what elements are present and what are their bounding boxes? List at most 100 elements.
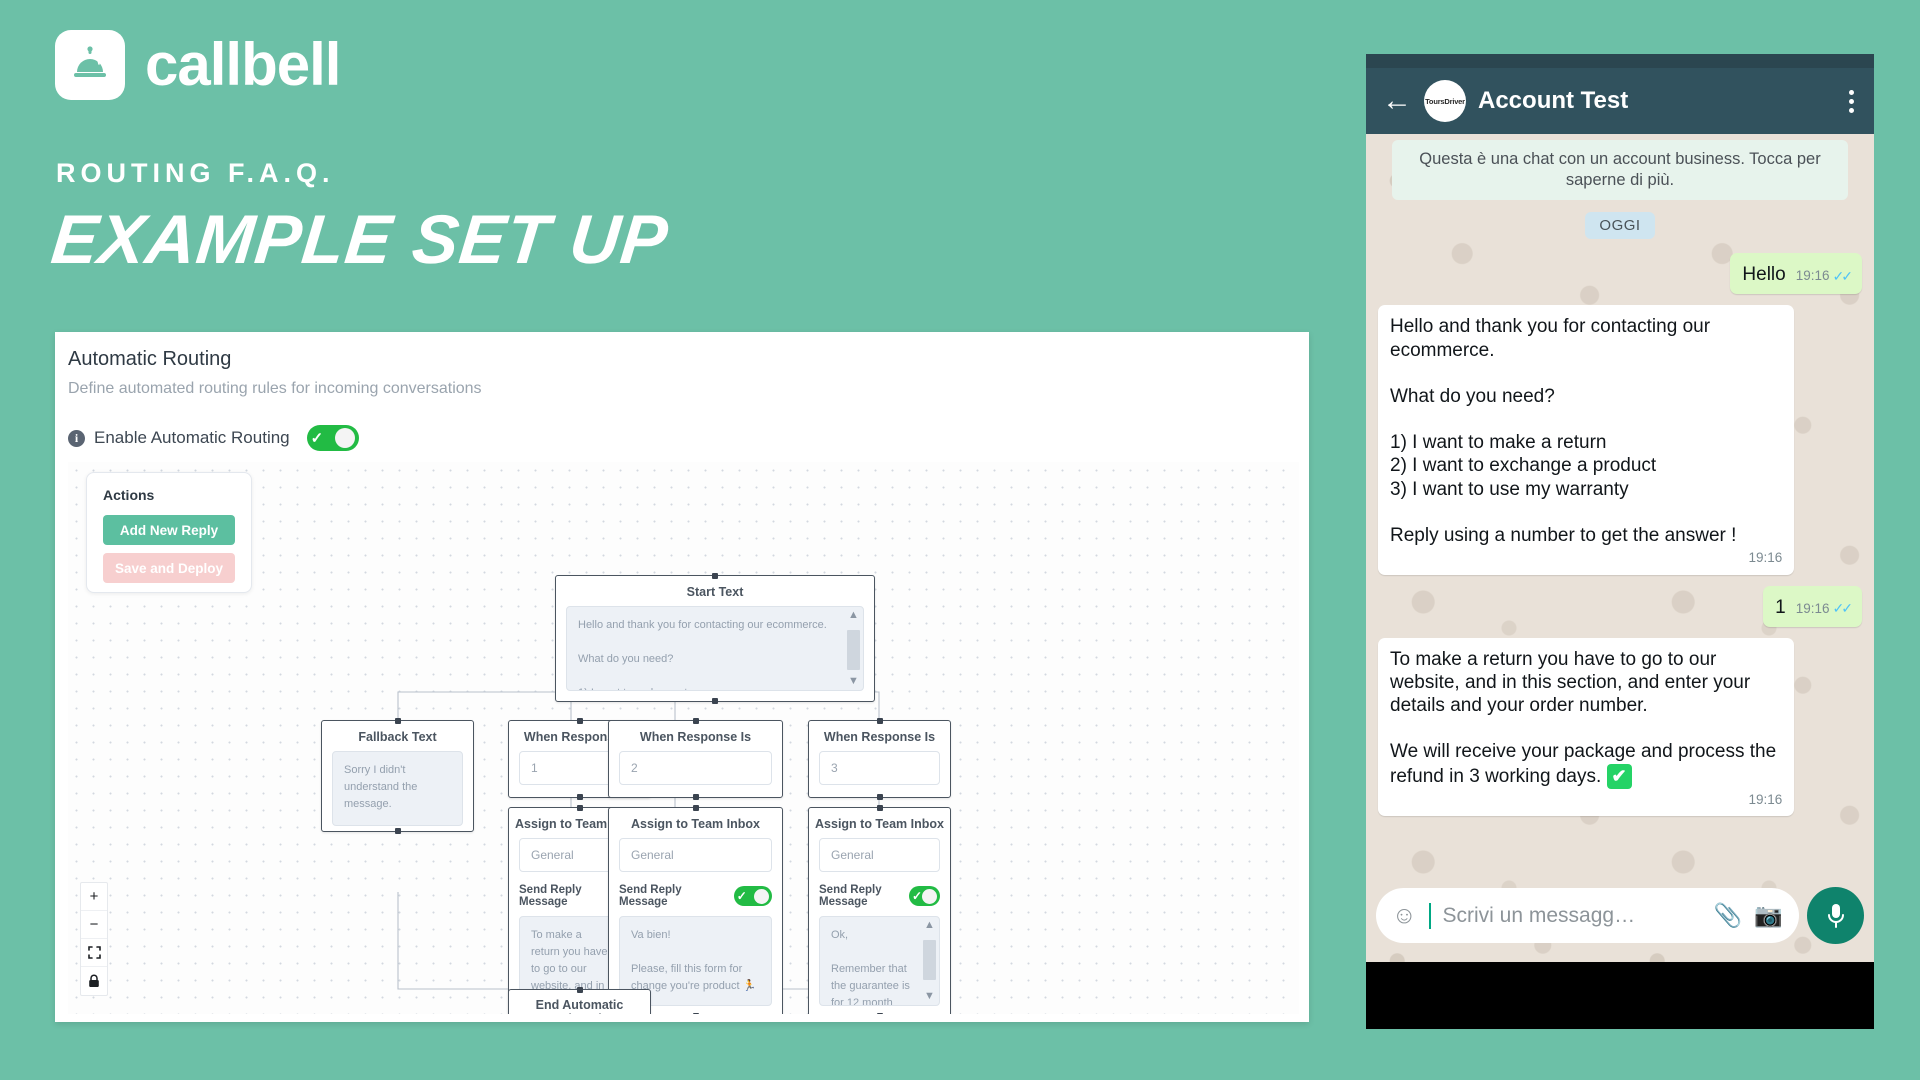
chevron-down-icon[interactable]: ▼ (924, 991, 935, 1002)
node-fallback-text[interactable]: Fallback Text Sorry I didn't understand … (321, 718, 474, 834)
paperclip-icon[interactable]: 📎 (1714, 902, 1743, 929)
node-port-top (712, 573, 718, 579)
whatsapp-screenshot: ← ToursDriver Account Test Questa è una … (1366, 54, 1874, 1029)
scroll-thumb[interactable] (923, 940, 936, 980)
condition-title: When Response Is (823, 730, 936, 744)
save-and-deploy-button[interactable]: Save and Deploy (103, 553, 235, 583)
chat-message-list[interactable]: Questa è una chat con un account busines… (1366, 134, 1874, 962)
start-text-scrollbar[interactable]: ▲ ▼ (846, 610, 861, 687)
back-arrow-icon[interactable]: ← (1382, 86, 1412, 116)
team-inbox-select[interactable]: General (619, 838, 772, 872)
message-text: Hello and thank you for contacting our e… (1390, 316, 1737, 546)
service-bell-icon (55, 30, 125, 100)
check-icon: ✓ (911, 889, 922, 903)
chat-bubble-outgoing[interactable]: 1 19:16 ✓✓ (1763, 585, 1862, 627)
message-time: 19:16 (1795, 268, 1830, 284)
team-inbox-select[interactable]: General (819, 838, 940, 872)
message-time: 19:16 (1748, 550, 1783, 566)
avatar-label: ToursDriver (1425, 96, 1465, 106)
zoom-in-button[interactable]: + (81, 883, 107, 911)
page-title: EXAMPLE SET UP (47, 201, 672, 278)
node-port-bottom (876, 794, 883, 800)
message-text: To make a return you have to go to our w… (1390, 648, 1777, 787)
start-text-value: Hello and thank you for contacting our e… (578, 619, 827, 690)
lock-button[interactable] (81, 967, 107, 995)
message-text: 1 (1775, 596, 1786, 618)
chevron-down-icon[interactable]: ▼ (848, 676, 859, 687)
enable-automatic-routing-toggle[interactable]: ✓ (306, 425, 359, 451)
reply-scrollbar[interactable]: ▲ ▼ (922, 920, 937, 1002)
scroll-thumb[interactable] (847, 630, 860, 670)
add-new-reply-button[interactable]: Add New Reply (103, 515, 235, 545)
message-meta: 19:16 ✓✓ (1796, 600, 1854, 617)
node-port-top (394, 718, 401, 724)
check-icon: ✓ (736, 889, 747, 903)
toggle-knob (334, 428, 355, 448)
chat-input-bar: ☺ Scrivi un messagg… 📎 📷 (1366, 882, 1874, 949)
node-start-text-title: Start Text (686, 585, 744, 599)
send-reply-message-label: Send Reply Message (619, 884, 682, 908)
reply-message-textarea[interactable]: Ok, Remember that the guarantee is for 1… (819, 916, 940, 1006)
send-reply-message-label: Send Reply Message (519, 884, 582, 908)
message-input-pill[interactable]: ☺ Scrivi un messagg… 📎 📷 (1376, 888, 1799, 943)
brand-logo: callbell (55, 30, 341, 100)
node-when-response-is-2[interactable]: When Response Is 2 (608, 718, 783, 800)
node-start-text[interactable]: Start Text Hello and thank you for conta… (555, 573, 875, 704)
node-port-bottom (692, 1013, 699, 1014)
emoji-icon[interactable]: ☺ (1392, 903, 1417, 928)
avatar[interactable]: ToursDriver (1424, 80, 1466, 122)
node-assign-to-team-inbox-2[interactable]: Assign to Team Inbox General Send Reply … (608, 805, 783, 1014)
assign-title: Assign to Team Inbox (631, 817, 760, 831)
send-reply-message-row: Send Reply Message ✓ (809, 884, 950, 916)
chevron-up-icon[interactable]: ▲ (848, 610, 859, 621)
kebab-dot (1849, 89, 1854, 95)
check-mark-emoji: ✔ (1606, 763, 1632, 789)
node-port-top (576, 718, 583, 724)
send-reply-message-toggle[interactable]: ✓ (733, 886, 772, 906)
chat-bubble-incoming[interactable]: To make a return you have to go to our w… (1378, 637, 1795, 817)
brand-name: callbell (145, 31, 341, 98)
flow-canvas[interactable]: Actions Add New Reply Save and Deploy St… (68, 462, 1299, 1014)
node-port-top (692, 718, 699, 724)
send-reply-message-toggle[interactable]: ✓ (908, 886, 940, 906)
chat-bubble-incoming[interactable]: Hello and thank you for contacting our e… (1378, 305, 1795, 575)
message-meta: 19:16 (1390, 792, 1782, 808)
panel-title: Automatic Routing (68, 348, 232, 370)
fallback-text-value: Sorry I didn't understand the message. (344, 764, 418, 811)
message-time: 19:16 (1748, 791, 1783, 807)
status-bar (1366, 54, 1874, 68)
node-port-bottom (692, 794, 699, 800)
info-icon[interactable]: i (68, 429, 85, 447)
microphone-icon[interactable] (1807, 887, 1864, 944)
condition-value-input[interactable]: 3 (819, 751, 940, 785)
zoom-out-button[interactable]: − (81, 911, 107, 939)
check-icon: ✓ (310, 429, 324, 447)
fit-view-button[interactable] (81, 939, 107, 967)
automatic-routing-panel: Automatic Routing Define automated routi… (55, 332, 1309, 1022)
start-text-textarea[interactable]: Hello and thank you for contacting our e… (566, 606, 864, 691)
node-port-bottom (576, 794, 583, 800)
node-port-top (876, 718, 883, 724)
assign-title: Assign to Team Inbox (815, 817, 944, 831)
kebab-menu-icon[interactable] (1845, 86, 1858, 117)
message-text: Hello (1742, 264, 1786, 286)
chat-bubble-outgoing[interactable]: Hello 19:16 ✓✓ (1730, 253, 1862, 295)
eyebrow-text: ROUTING F.A.Q. (56, 158, 335, 188)
node-end-automatic-routing-flow[interactable]: End Automatic Routing Flow (508, 987, 651, 1014)
node-assign-to-team-inbox-3[interactable]: Assign to Team Inbox General Send Reply … (808, 805, 951, 1014)
chat-title: Account Test (1478, 87, 1629, 114)
camera-icon[interactable]: 📷 (1754, 902, 1783, 929)
message-input[interactable]: Scrivi un messagg… (1443, 904, 1702, 928)
chevron-up-icon[interactable]: ▲ (924, 920, 935, 931)
condition-value-input[interactable]: 2 (619, 751, 772, 785)
panel-subtitle: Define automated routing rules for incom… (68, 380, 482, 397)
enable-automatic-routing-label: Enable Automatic Routing (94, 428, 290, 447)
node-port-bottom (394, 828, 401, 834)
business-account-notice[interactable]: Questa è una chat con un account busines… (1392, 140, 1848, 201)
read-receipt-icon: ✓✓ (1832, 267, 1854, 284)
actions-panel: Actions Add New Reply Save and Deploy (86, 472, 252, 593)
node-port-bottom (712, 698, 718, 704)
node-when-response-is-3[interactable]: When Response Is 3 (808, 718, 951, 800)
fallback-text-textarea[interactable]: Sorry I didn't understand the message. (332, 751, 463, 826)
read-receipt-icon: ✓✓ (1832, 600, 1854, 617)
